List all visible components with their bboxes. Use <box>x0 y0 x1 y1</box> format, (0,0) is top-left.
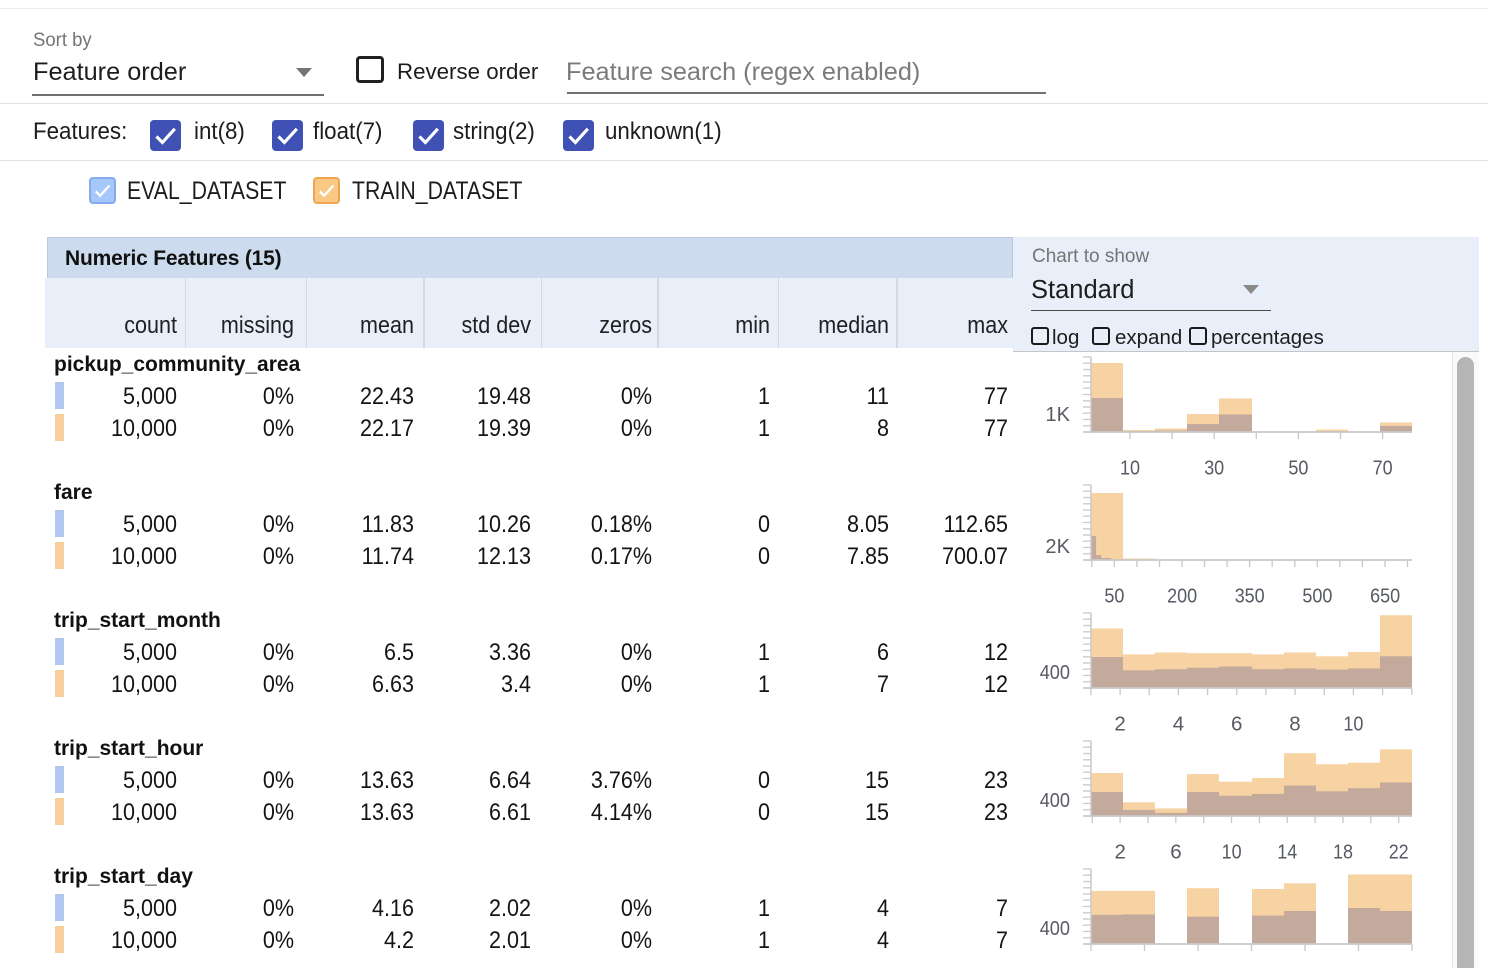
svg-text:200: 200 <box>1167 585 1197 608</box>
svg-text:10: 10 <box>1222 841 1242 864</box>
svg-text:400: 400 <box>1040 917 1070 940</box>
svg-text:6: 6 <box>1170 841 1181 864</box>
svg-text:2: 2 <box>1114 841 1125 864</box>
svg-text:50: 50 <box>1104 585 1124 608</box>
svg-text:18: 18 <box>1333 841 1353 864</box>
svg-text:500: 500 <box>1302 585 1332 608</box>
svg-text:1K: 1K <box>1045 403 1070 426</box>
svg-text:70: 70 <box>1373 457 1393 480</box>
svg-text:30: 30 <box>1204 457 1224 480</box>
svg-text:10: 10 <box>1343 713 1363 736</box>
svg-text:4: 4 <box>1173 713 1184 736</box>
svg-text:14: 14 <box>1277 841 1297 864</box>
svg-text:10: 10 <box>1120 457 1140 480</box>
svg-text:22: 22 <box>1389 841 1409 864</box>
svg-text:8: 8 <box>1289 713 1300 736</box>
svg-text:350: 350 <box>1235 585 1265 608</box>
svg-text:400: 400 <box>1040 661 1070 684</box>
svg-text:650: 650 <box>1370 585 1400 608</box>
svg-text:50: 50 <box>1288 457 1308 480</box>
svg-text:400: 400 <box>1040 789 1070 812</box>
svg-text:2: 2 <box>1114 713 1125 736</box>
svg-text:6: 6 <box>1231 713 1242 736</box>
svg-text:2K: 2K <box>1045 535 1070 558</box>
